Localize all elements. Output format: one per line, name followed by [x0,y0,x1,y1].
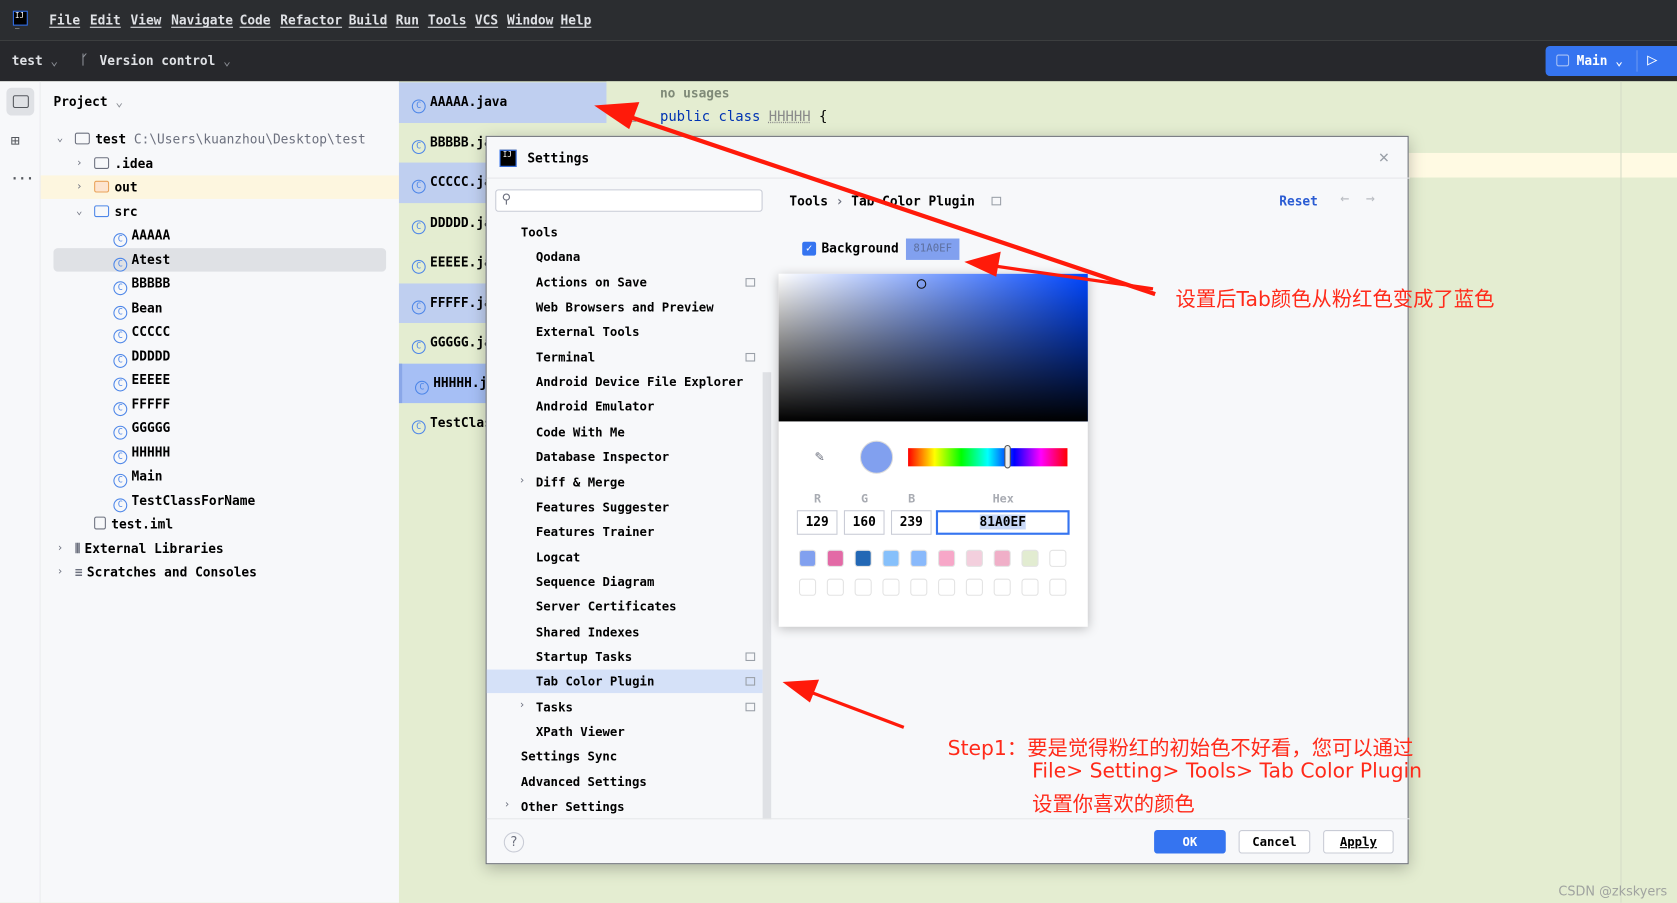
annotation-step1-path: File> Setting> Tools> Tab Color Plugin [1032,759,1423,783]
annotation-step1: Step1：要是觉得粉红的初始色不好看，您可以通过 [947,736,1414,761]
arrow-head [594,102,640,130]
annotation-step1-tail: 设置你喜欢的颜色 [1032,792,1195,817]
annotation-arrows [594,102,1156,729]
arrow-head [964,251,1001,277]
arrow-head [782,679,820,703]
arrow-to-plugin [806,689,905,729]
arrow-to-swatch [989,263,1154,291]
annotation-note: 设置后Tab颜色从粉红色变成了蓝色 [1175,287,1495,312]
arrow-to-tab [625,113,1156,297]
